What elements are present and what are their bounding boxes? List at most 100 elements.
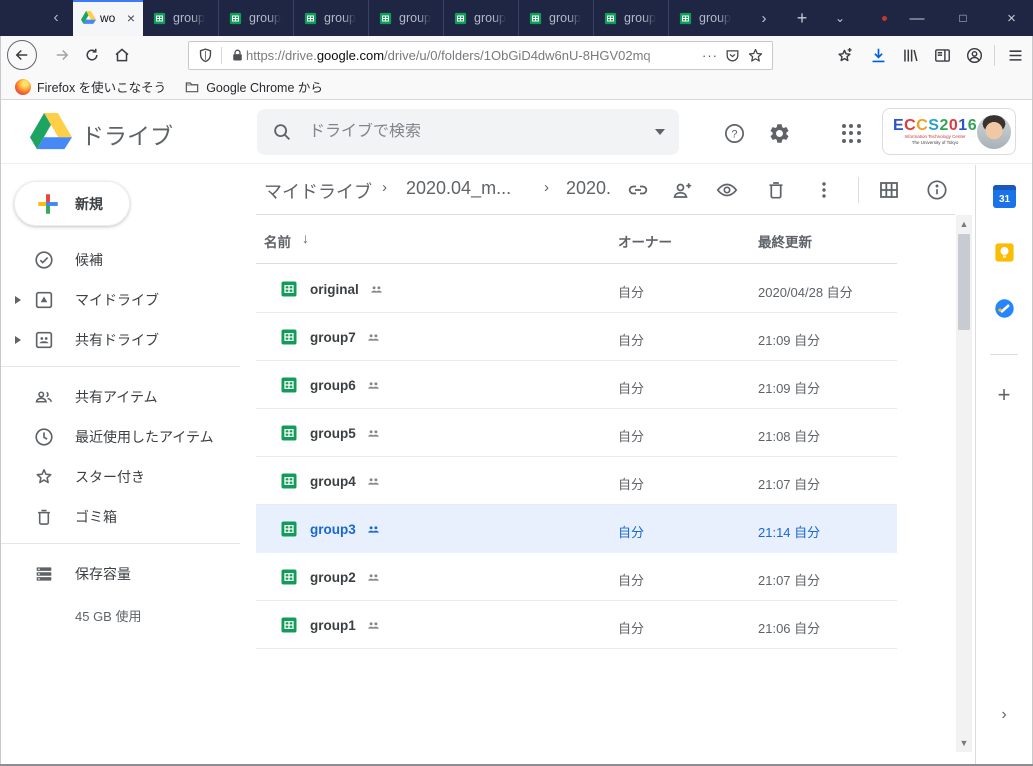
- file-modified: 21:09 自分: [758, 330, 820, 349]
- expand-caret-icon[interactable]: [15, 296, 21, 304]
- account-button[interactable]: [959, 41, 989, 70]
- sidebar-item-shared-drive[interactable]: 共有ドライブ: [0, 320, 250, 360]
- active-tab[interactable]: wo ×: [73, 0, 143, 36]
- browser-tab-group-6[interactable]: group: [518, 0, 593, 36]
- sidebar-item-clock[interactable]: 最近使用したアイテム: [0, 417, 250, 457]
- file-row-group6[interactable]: group6自分21:09 自分: [256, 361, 897, 409]
- add-app-button[interactable]: +: [992, 383, 1016, 407]
- file-modified: 21:06 自分: [758, 618, 820, 637]
- sheets-icon: [678, 11, 693, 26]
- brand-letter: 1: [958, 117, 967, 134]
- file-row-group1[interactable]: group1自分21:06 自分: [256, 601, 897, 649]
- sidebar-item-storage[interactable]: 保存容量: [0, 554, 250, 594]
- new-button[interactable]: 新規: [14, 181, 130, 226]
- bookmark-firefox-tips[interactable]: Firefox を使いこなそう: [15, 77, 166, 96]
- search-input[interactable]: [309, 123, 647, 141]
- downloads-button[interactable]: [863, 41, 893, 70]
- help-button[interactable]: ?: [721, 120, 747, 146]
- file-row-original[interactable]: original自分2020/04/28 自分: [256, 265, 897, 313]
- more-actions-button[interactable]: [812, 178, 836, 202]
- sidebar-item-label: 共有ドライブ: [75, 330, 159, 350]
- tasks-app-icon[interactable]: [993, 297, 1016, 320]
- avatar[interactable]: [977, 115, 1011, 149]
- page-actions-icon[interactable]: ···: [702, 48, 718, 63]
- new-tab-button[interactable]: +: [786, 0, 818, 36]
- content-scrollbar[interactable]: ▲ ▼: [956, 215, 972, 752]
- info-button[interactable]: [925, 178, 949, 202]
- library-button[interactable]: [895, 41, 925, 70]
- url-bar[interactable]: https://drive.google.com/drive/u/0/folde…: [188, 41, 773, 70]
- lock-icon[interactable]: [229, 47, 246, 64]
- scrollbar-thumb[interactable]: [958, 234, 970, 330]
- sidebars-button[interactable]: [927, 41, 957, 70]
- app-title[interactable]: ドライブ: [81, 117, 173, 151]
- grid-view-button[interactable]: [877, 178, 901, 202]
- back-button[interactable]: [7, 40, 37, 70]
- keep-app-icon[interactable]: [993, 241, 1016, 264]
- expand-caret-icon[interactable]: [15, 336, 21, 344]
- account-brand: ECCS2016 Information Technology Center T…: [893, 117, 977, 146]
- file-row-group7[interactable]: group7自分21:09 自分: [256, 313, 897, 361]
- breadcrumb-my-drive[interactable]: マイドライブ: [264, 178, 372, 204]
- bookmarks-menu-button[interactable]: [829, 41, 859, 70]
- bookmark-folder-chrome[interactable]: Google Chrome から: [184, 77, 323, 96]
- sidebar-item-my-drive[interactable]: マイドライブ: [0, 280, 250, 320]
- browser-tab-group-5[interactable]: group: [443, 0, 518, 36]
- sidebar-item-people[interactable]: 共有アイテム: [0, 377, 250, 417]
- home-button[interactable]: [107, 40, 137, 70]
- breadcrumb-folder-1[interactable]: 2020.04_m...: [406, 178, 511, 199]
- account-badge[interactable]: ECCS2016 Information Technology Center T…: [882, 108, 1016, 155]
- file-row-group3[interactable]: group3自分21:14 自分: [256, 505, 897, 553]
- drive-search-box[interactable]: [257, 109, 679, 155]
- file-row-group2[interactable]: group2自分21:07 自分: [256, 553, 897, 601]
- browser-tab-group-3[interactable]: group: [293, 0, 368, 36]
- calendar-app-icon[interactable]: 31: [993, 185, 1016, 208]
- sort-arrow-icon[interactable]: ↓: [302, 230, 309, 246]
- brand-letter: S: [928, 117, 939, 134]
- get-link-button[interactable]: [626, 178, 650, 202]
- tab-scroll-left-button[interactable]: ‹: [42, 0, 70, 36]
- sidebar-item-star[interactable]: スター付き: [0, 457, 250, 497]
- window-close-button[interactable]: ×: [990, 0, 1033, 36]
- browser-tab-group-1[interactable]: group: [143, 0, 218, 36]
- bookmark-star-icon[interactable]: [747, 47, 764, 64]
- google-apps-grid-button[interactable]: [838, 120, 864, 146]
- tracking-protection-shield-icon[interactable]: [197, 47, 214, 64]
- list-tabs-button[interactable]: ⌄: [824, 0, 856, 36]
- file-row-group5[interactable]: group5自分21:08 自分: [256, 409, 897, 457]
- forward-button[interactable]: [47, 40, 77, 70]
- reload-button[interactable]: [77, 40, 107, 70]
- browser-tab-group-4[interactable]: group: [368, 0, 443, 36]
- browser-tab-group-2[interactable]: group: [218, 0, 293, 36]
- window-minimize-button[interactable]: —: [900, 0, 934, 36]
- file-row-group4[interactable]: group4自分21:07 自分: [256, 457, 897, 505]
- browser-tab-group-8[interactable]: group: [668, 0, 743, 36]
- share-person-add-button[interactable]: [670, 178, 694, 202]
- scrollbar-down-arrow[interactable]: ▼: [956, 735, 972, 751]
- column-header-name[interactable]: 名前: [264, 231, 291, 251]
- file-owner: 自分: [618, 522, 644, 541]
- file-name: group7: [310, 330, 356, 345]
- collapse-panel-chevron[interactable]: ›: [990, 703, 1018, 727]
- delete-trash-button[interactable]: [764, 178, 788, 202]
- sidebar-item-trash[interactable]: ゴミ箱: [0, 497, 250, 537]
- file-owner: 自分: [618, 474, 644, 493]
- drive-logo-icon[interactable]: [30, 113, 72, 151]
- breadcrumb-folder-2[interactable]: 2020.: [566, 178, 611, 199]
- hamburger-menu-button[interactable]: [1000, 41, 1030, 70]
- browser-tab-group-7[interactable]: group: [593, 0, 668, 36]
- tab-close-icon[interactable]: ×: [127, 10, 135, 26]
- preview-eye-button[interactable]: [715, 178, 739, 202]
- search-options-caret-icon[interactable]: [655, 129, 665, 135]
- settings-gear-button[interactable]: [766, 120, 792, 146]
- tab-scroll-right-button[interactable]: ›: [748, 0, 780, 36]
- pocket-icon[interactable]: [724, 47, 741, 64]
- sidebar-item-label: 候補: [75, 250, 103, 270]
- breadcrumb-separator: ›: [544, 179, 549, 196]
- sidebar-item-check-circle[interactable]: 候補: [0, 240, 250, 280]
- file-name: original: [310, 282, 359, 297]
- window-maximize-button[interactable]: □: [946, 0, 980, 36]
- url-text[interactable]: https://drive.google.com/drive/u/0/folde…: [246, 48, 696, 63]
- scrollbar-up-arrow[interactable]: ▲: [956, 216, 972, 232]
- bookmarks-bar: Firefox を使いこなそう Google Chrome から: [1, 74, 1032, 100]
